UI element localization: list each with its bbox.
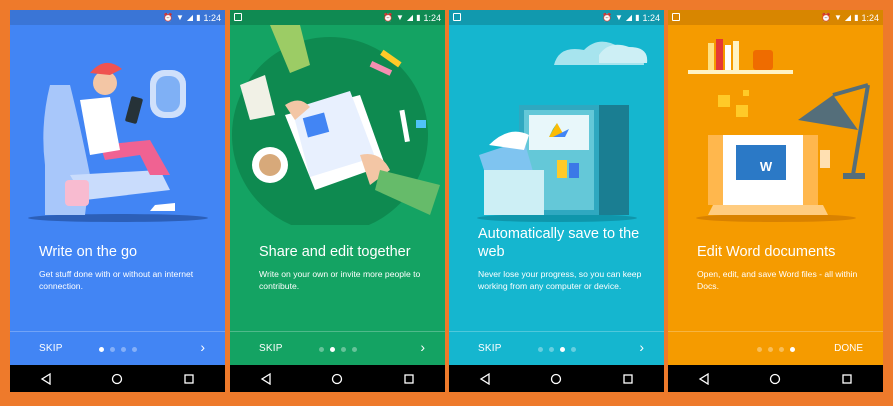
page-dot (560, 347, 565, 352)
onboarding-footer: SKIP › (10, 331, 225, 365)
status-bar: ⏰ ▼ ◢ ▮ 1:24 (449, 10, 664, 25)
system-nav-bar (10, 365, 225, 392)
onboarding-screen-word: ⏰ ▼ ◢ ▮ 1:24 W Edit Word documents Open,… (668, 10, 883, 392)
next-chevron-icon[interactable]: › (420, 339, 425, 355)
clock: 1:24 (203, 12, 221, 23)
page-dot (319, 347, 324, 352)
recents-icon[interactable] (174, 373, 204, 385)
signal-icon: ◢ (625, 12, 633, 22)
onboarding-footer: SKIP › (449, 331, 664, 365)
page-indicator (319, 347, 357, 352)
clock: 1:24 (861, 12, 879, 23)
status-bar: ⏰ ▼ ◢ ▮ 1:24 (10, 10, 225, 25)
home-icon[interactable] (760, 373, 790, 385)
onboarding-screen-write: ⏰ ▼ ◢ ▮ 1:24 Write on the go Get stuff d… (10, 10, 225, 392)
screen-title: Write on the go (39, 244, 138, 260)
signal-icon: ◢ (406, 12, 414, 22)
signal-icon: ◢ (186, 12, 194, 22)
screen-title: Automatically save to the web (478, 226, 640, 260)
wifi-icon: ▼ (614, 12, 623, 22)
page-dot (757, 347, 762, 352)
page-dot (779, 347, 784, 352)
page-dot (99, 347, 104, 352)
screen-description: Write on your own or invite more people … (259, 269, 421, 291)
screen-title: Edit Word documents (697, 244, 836, 260)
onboarding-screen-autosave: ⏰ ▼ ◢ ▮ 1:24 Automatically save to the w… (449, 10, 664, 392)
status-bar: ⏰ ▼ ◢ ▮ 1:24 (230, 10, 445, 25)
page-dot (110, 347, 115, 352)
notification-icon (234, 13, 242, 21)
page-indicator (538, 347, 576, 352)
system-nav-bar (668, 365, 883, 392)
screen-description: Open, edit, and save Word files - all wi… (697, 269, 858, 291)
battery-icon: ▮ (635, 12, 640, 22)
notification-icon (453, 13, 461, 21)
home-icon[interactable] (102, 373, 132, 385)
onboarding-footer: SKIP › (230, 331, 445, 365)
back-icon[interactable] (251, 372, 281, 385)
word-badge: W (759, 159, 773, 174)
airplane-writer-illustration (28, 62, 208, 222)
page-dot (549, 347, 554, 352)
back-icon[interactable] (470, 372, 500, 385)
clock: 1:24 (642, 12, 660, 23)
done-button[interactable]: DONE (834, 343, 863, 354)
page-dot (132, 347, 137, 352)
page-dot (571, 347, 576, 352)
page-dot (352, 347, 357, 352)
recents-icon[interactable] (394, 373, 424, 385)
recents-icon[interactable] (832, 373, 862, 385)
battery-icon: ▮ (854, 12, 859, 22)
page-dot (330, 347, 335, 352)
wifi-icon: ▼ (833, 12, 842, 22)
page-dot (341, 347, 346, 352)
screen-description: Get stuff done with or without an intern… (39, 269, 194, 291)
next-chevron-icon[interactable]: › (639, 339, 644, 355)
page-dot (121, 347, 126, 352)
wifi-icon: ▼ (395, 12, 404, 22)
back-icon[interactable] (689, 372, 719, 385)
next-chevron-icon[interactable]: › (200, 339, 205, 355)
page-dot (768, 347, 773, 352)
onboarding-footer: DONE (668, 331, 883, 365)
alarm-icon: ⏰ (602, 12, 612, 22)
page-dot (538, 347, 543, 352)
back-icon[interactable] (31, 372, 61, 385)
system-nav-bar (230, 365, 445, 392)
onboarding-screen-share: ⏰ ▼ ◢ ▮ 1:24 Share and edit together Wri… (230, 10, 445, 392)
recents-icon[interactable] (613, 373, 643, 385)
screen-description: Never lose your progress, so you can kee… (478, 269, 642, 291)
skip-button[interactable]: SKIP (39, 343, 63, 354)
clock: 1:24 (423, 12, 441, 23)
battery-icon: ▮ (416, 12, 421, 22)
word-laptop-illustration (688, 39, 870, 222)
cloud-cabinet-illustration (477, 41, 648, 222)
battery-icon: ▮ (196, 12, 201, 22)
page-indicator (757, 347, 795, 352)
skip-button[interactable]: SKIP (259, 343, 283, 354)
home-icon[interactable] (541, 373, 571, 385)
status-bar: ⏰ ▼ ◢ ▮ 1:24 (668, 10, 883, 25)
system-nav-bar (449, 365, 664, 392)
alarm-icon: ⏰ (163, 12, 173, 22)
screen-title: Share and edit together (259, 244, 411, 260)
collaboration-illustration (232, 25, 440, 225)
notification-icon (672, 13, 680, 21)
page-dot (790, 347, 795, 352)
home-icon[interactable] (322, 373, 352, 385)
skip-button[interactable]: SKIP (478, 343, 502, 354)
alarm-icon: ⏰ (383, 12, 393, 22)
page-indicator (99, 347, 137, 352)
wifi-icon: ▼ (175, 12, 184, 22)
signal-icon: ◢ (844, 12, 852, 22)
alarm-icon: ⏰ (821, 12, 831, 22)
